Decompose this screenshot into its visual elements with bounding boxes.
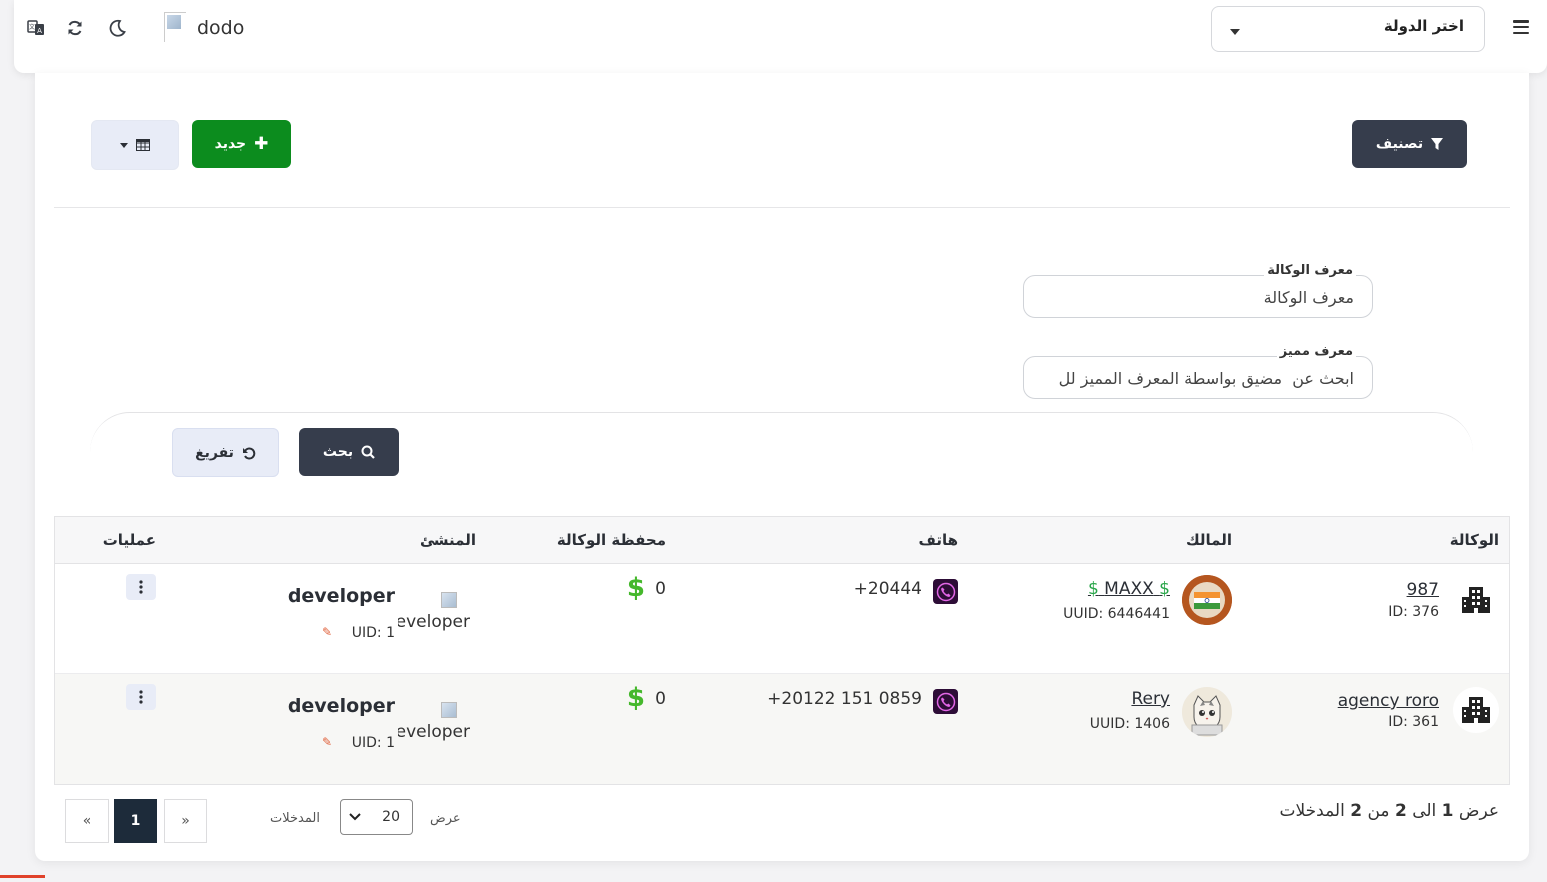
agency-link[interactable]: agency roro [1338,691,1439,711]
brand-logo [164,12,186,42]
search-button[interactable]: بحث [299,428,399,476]
wallet-balance: 0 [655,689,666,709]
header-wallet[interactable]: محفظة الوكالة [557,531,666,549]
entries-info: عرض 1 الى 2 من 2 المدخلات [1279,801,1499,821]
unique-id-input[interactable] [1034,366,1354,390]
agency-id: ID: 361 [1388,714,1439,730]
translate-icon[interactable]: A文 [24,16,48,40]
phone-number: +20444 [853,579,922,599]
refresh-icon[interactable] [63,16,87,40]
search-icon [361,445,375,459]
entries-label: المدخلات [270,811,320,826]
creator-avatar: developer [398,702,470,746]
reset-button[interactable]: تفريغ [172,428,279,477]
caret-down-icon [1230,29,1240,35]
creator-uid: UID: 1 [351,735,395,751]
new-button-label: جديد [214,136,247,152]
show-label: عرض [430,811,461,826]
agency-id-label: معرف الوكالة [1264,263,1356,278]
menu-icon[interactable] [1513,20,1529,35]
owner-link[interactable]: $ MAXX $ [1088,579,1170,599]
agency-link[interactable]: 987 [1407,580,1439,600]
creator-avatar-alt: developer [398,612,470,632]
svg-text:A: A [37,27,42,35]
phone-icon[interactable] [933,579,958,604]
owner-link[interactable]: Rery [1131,689,1170,709]
agency-id: ID: 376 [1388,604,1439,620]
columns-toggle-button[interactable] [91,120,179,170]
header-actions: عمليات [102,531,156,549]
filter-button-label: تصنيف [1375,136,1424,152]
table-row: 987 ID: 376 $ MAXX $ UUID: 6446441 +2044… [55,564,1509,674]
creator-name: developer [287,585,395,607]
table-header: الوكالة المالك هاتف محفظة الوكالة المنشئ… [55,517,1509,564]
agency-id-input[interactable] [1034,285,1354,309]
dollar-icon: $ [626,573,645,603]
header-phone[interactable]: هاتف [918,531,958,549]
new-button[interactable]: ✚ جديد [192,120,291,168]
table-row: agency roro ID: 361 Rery UUID: 1406 +201… [55,674,1509,784]
row-actions-button[interactable] [126,684,156,710]
table-icon [136,139,150,151]
creator-avatar: developer [398,592,470,636]
search-button-label: بحث [322,444,354,460]
owner-name: MAXX [1104,579,1154,599]
agency-id-field: معرف الوكالة [1023,263,1373,318]
funnel-icon [1431,137,1444,150]
undo-icon [242,447,256,459]
kebab-icon [139,580,143,594]
caret-down-icon [120,142,128,148]
per-page-select[interactable]: 20 [340,799,413,835]
filter-section-separator [90,412,1473,452]
pagination-next[interactable]: » [164,799,207,843]
row-actions-button[interactable] [126,574,156,600]
moon-icon[interactable] [105,16,129,40]
agencies-table: الوكالة المالك هاتف محفظة الوكالة المنشئ… [54,516,1510,785]
svg-text:文: 文 [29,23,35,31]
building-icon [1453,687,1499,733]
wallet-balance: 0 [655,579,666,599]
per-page-value: 20 [382,809,400,825]
header-creator[interactable]: المنشئ [420,531,476,549]
reset-button-label: تفريغ [195,444,234,461]
unique-id-field: معرف مميز [1023,344,1373,399]
creator-avatar-alt: developer [398,722,470,742]
progress-indicator [0,875,45,878]
pencil-icon: ✎ [321,735,332,749]
pagination-prev[interactable]: « [65,799,109,843]
top-navbar: A文 dodo اختر الدولة [14,0,1547,73]
phone-icon[interactable] [933,689,958,714]
country-select-label: اختر الدولة [1383,17,1464,35]
header-agency[interactable]: الوكالة [1450,531,1499,549]
creator-name: developer [287,695,395,717]
chevron-down-icon [349,813,361,821]
header-owner[interactable]: المالك [1186,531,1232,549]
dollar-icon: $ [626,683,645,713]
owner-uuid: UUID: 1406 [1089,716,1170,732]
main-card: تصنيف ✚ جديد معرف الوكالة معرف مميز بحث … [35,73,1529,861]
plus-icon: ✚ [254,134,269,154]
kebab-icon [139,690,143,704]
owner-avatar[interactable] [1182,575,1232,625]
owner-uuid: UUID: 6446441 [1063,606,1170,622]
pagination-page-1[interactable]: 1 [114,799,157,843]
creator-uid: UID: 1 [351,625,395,641]
filter-button[interactable]: تصنيف [1352,120,1467,168]
country-select[interactable]: اختر الدولة [1211,6,1485,52]
brand-name: dodo [197,17,245,39]
owner-avatar[interactable] [1182,687,1232,737]
phone-number: +20122 151 0859 [767,689,922,709]
building-icon [1453,577,1499,623]
unique-id-label: معرف مميز [1276,344,1356,359]
divider [54,207,1510,208]
pencil-icon: ✎ [321,625,332,639]
